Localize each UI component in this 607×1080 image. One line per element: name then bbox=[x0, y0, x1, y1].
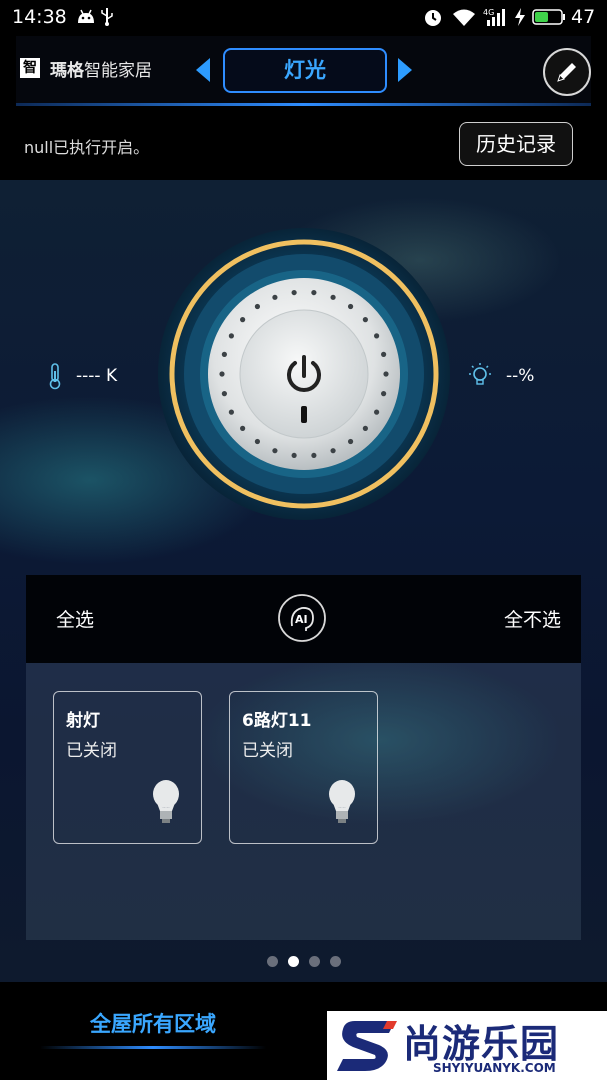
android-icon bbox=[78, 9, 94, 23]
dial-dot bbox=[291, 452, 297, 459]
brand-name-rest: 智能家居 bbox=[84, 61, 152, 81]
dial-dot bbox=[381, 391, 387, 397]
notice-bar: null已执行开启。 历史记录 bbox=[0, 108, 607, 180]
thermometer-icon bbox=[49, 363, 61, 390]
dial-dot bbox=[330, 448, 336, 454]
page-dot[interactable] bbox=[266, 956, 278, 967]
dial-dot bbox=[254, 438, 261, 445]
prev-category-arrow-icon[interactable] bbox=[196, 58, 210, 82]
dial-dot bbox=[381, 351, 387, 357]
watermark-text-en: SHYIYUANYK.COM bbox=[433, 1061, 556, 1075]
dial-dot bbox=[347, 303, 354, 310]
dial-dot bbox=[221, 351, 227, 357]
dial-dot bbox=[291, 289, 297, 296]
dial-dot bbox=[383, 371, 389, 377]
watermark-logo: 尚游乐园 SHYIYUANYK.COM bbox=[327, 1011, 607, 1080]
dial-dot bbox=[228, 333, 234, 339]
header-glow-line bbox=[16, 103, 591, 106]
dial-indicator bbox=[301, 406, 307, 423]
dial-dot bbox=[240, 317, 246, 323]
device-grid: 射灯 已关闭 6路灯11 已关闭 bbox=[26, 663, 581, 940]
bottom-bar: 全屋所有区域 尚游乐园 SHYIYUANYK.COM bbox=[0, 982, 607, 1080]
select-none-button[interactable]: 全不选 bbox=[504, 605, 561, 632]
device-status: 已关闭 bbox=[242, 741, 293, 761]
brand-name-bold: 瑪格 bbox=[50, 61, 84, 81]
edit-button[interactable] bbox=[543, 48, 591, 96]
page-indicator bbox=[0, 952, 607, 967]
next-category-arrow-icon[interactable] bbox=[398, 58, 412, 82]
tab-underline bbox=[40, 1046, 266, 1049]
app-header: 智 瑪格智能家居 灯光 bbox=[16, 36, 591, 106]
selection-bar: 全选 AI 全不选 bbox=[26, 575, 581, 663]
charging-icon bbox=[515, 8, 525, 26]
main-panel: ---- K --% 全选 AI 全不选 射灯 已关闭 6路灯11 已关闭 bbox=[0, 180, 607, 982]
dial-dot bbox=[219, 371, 225, 377]
dial-dot bbox=[272, 294, 278, 300]
device-status: 已关闭 bbox=[66, 741, 117, 761]
dial-dot bbox=[254, 303, 261, 310]
color-temp-value: ---- K bbox=[76, 366, 118, 386]
ai-head-icon: AI bbox=[278, 594, 326, 642]
dial-dot bbox=[240, 425, 246, 431]
dial-dot bbox=[330, 294, 336, 300]
category-tab-light[interactable]: 灯光 bbox=[223, 48, 387, 93]
status-bar: 14:38 4G 47 bbox=[0, 0, 607, 34]
dial-dot bbox=[311, 289, 317, 296]
usb-icon bbox=[101, 8, 113, 26]
bulb-icon bbox=[329, 780, 355, 823]
battery-icon bbox=[532, 9, 565, 25]
select-all-button[interactable]: 全选 bbox=[56, 605, 94, 632]
watermark-text-cn: 尚游乐园 bbox=[403, 1022, 560, 1066]
tab-all-areas[interactable]: 全屋所有区域 bbox=[40, 1008, 266, 1038]
brand-logo: 智 bbox=[20, 58, 40, 78]
pencil-icon bbox=[557, 63, 576, 82]
device-card[interactable]: 射灯 已关闭 bbox=[53, 691, 202, 844]
brightness-value: --% bbox=[506, 366, 535, 386]
device-name: 射灯 bbox=[66, 711, 100, 731]
dial-dot bbox=[311, 452, 317, 459]
watermark-s-icon bbox=[337, 1021, 397, 1071]
power-dial[interactable] bbox=[156, 226, 452, 522]
dial-dot bbox=[221, 391, 227, 397]
dial-dot bbox=[272, 448, 278, 454]
history-button[interactable]: 历史记录 bbox=[459, 122, 573, 166]
dial-dot bbox=[374, 409, 380, 415]
dial-dot bbox=[347, 438, 354, 445]
network-label: 4G bbox=[483, 8, 494, 17]
ai-button[interactable]: AI bbox=[277, 593, 327, 643]
page-dot[interactable] bbox=[308, 956, 320, 967]
brand-name: 瑪格智能家居 bbox=[50, 56, 152, 81]
dial-dot bbox=[228, 409, 234, 415]
ai-label: AI bbox=[295, 613, 308, 626]
device-card[interactable]: 6路灯11 已关闭 bbox=[229, 691, 378, 844]
device-name: 6路灯11 bbox=[242, 711, 312, 731]
dial-dot bbox=[362, 425, 368, 431]
status-time: 14:38 bbox=[12, 6, 67, 28]
alarm-icon bbox=[425, 10, 441, 26]
signal-icon: 4G bbox=[483, 8, 505, 26]
notice-message: null已执行开启。 bbox=[24, 138, 150, 157]
battery-percent: 47 bbox=[571, 6, 596, 28]
page-dot[interactable] bbox=[287, 956, 299, 967]
bulb-icon bbox=[153, 780, 179, 823]
dial-dot bbox=[374, 333, 380, 339]
dial-dot bbox=[362, 317, 368, 323]
page-dot[interactable] bbox=[329, 956, 341, 967]
bulb-brightness-icon bbox=[469, 363, 491, 385]
wifi-icon bbox=[453, 9, 475, 26]
